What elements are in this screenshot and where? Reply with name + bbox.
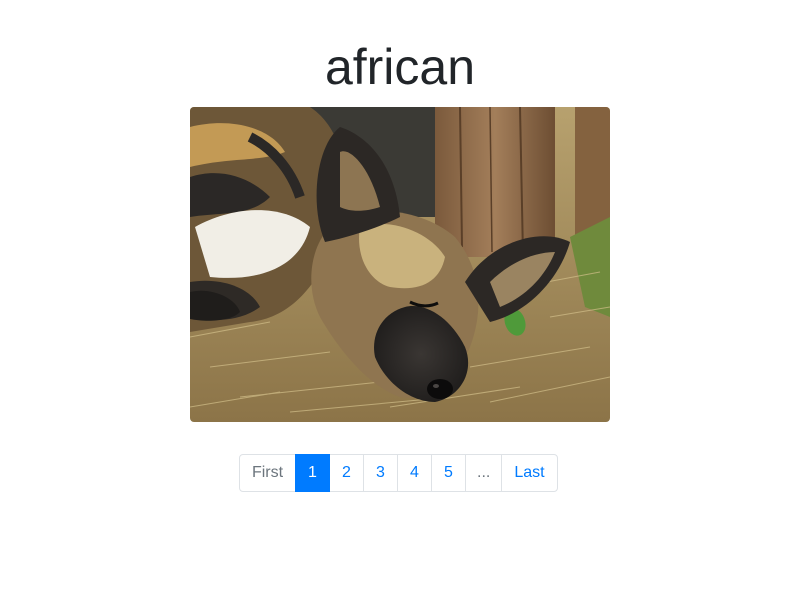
pagination-ellipsis: ... — [465, 454, 502, 492]
pagination-first: First — [239, 454, 296, 492]
pagination: First 1 2 3 4 5 ... Last — [239, 454, 558, 492]
african-wild-dog-image — [190, 107, 610, 422]
pagination-page-2[interactable]: 2 — [329, 454, 364, 492]
main-photo — [190, 107, 610, 422]
pagination-last[interactable]: Last — [501, 454, 558, 492]
pagination-page-4[interactable]: 4 — [397, 454, 432, 492]
page-title: african — [324, 39, 476, 95]
pagination-page-1[interactable]: 1 — [295, 454, 330, 492]
pagination-page-3[interactable]: 3 — [363, 454, 398, 492]
pagination-page-5[interactable]: 5 — [431, 454, 466, 492]
page: african First 1 2 3 4 5 ... Last — [0, 0, 800, 600]
